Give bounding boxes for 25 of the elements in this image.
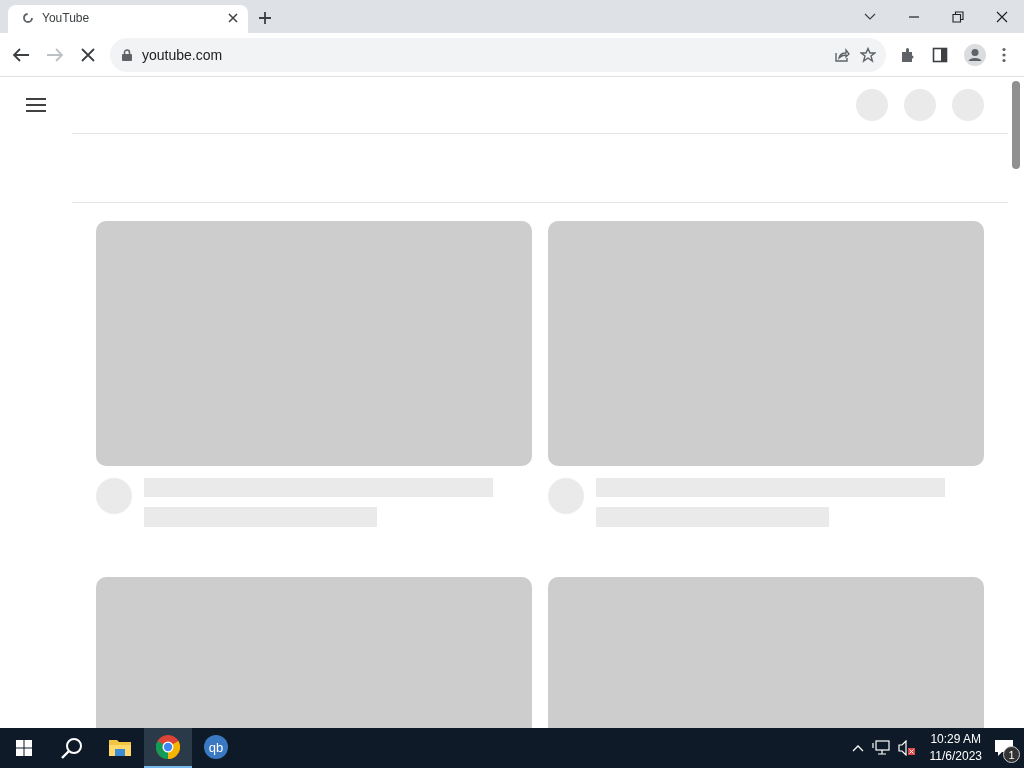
taskbar-app[interactable] — [144, 728, 192, 768]
chevron-up-icon[interactable] — [851, 744, 864, 752]
more-icon[interactable] — [1002, 46, 1006, 63]
close-icon[interactable] — [228, 13, 238, 23]
profile-icon[interactable] — [964, 43, 986, 66]
search-icon[interactable] — [61, 737, 83, 759]
side-panel-icon[interactable] — [932, 46, 948, 63]
taskbar-app[interactable]: qb — [192, 728, 240, 768]
share-icon[interactable] — [834, 46, 850, 63]
stop-icon[interactable] — [80, 46, 96, 63]
windows-icon[interactable] — [16, 740, 32, 756]
clock[interactable]: 10:29 AM 11/6/2023 — [929, 731, 982, 765]
star-icon[interactable] — [860, 46, 876, 63]
chrome-icon — [156, 735, 180, 759]
new-tab-icon[interactable] — [258, 11, 272, 25]
puzzle-icon[interactable] — [900, 46, 916, 63]
lock-icon — [122, 48, 132, 61]
network-icon[interactable] — [871, 740, 890, 756]
scrollbar-thumb[interactable] — [1012, 81, 1020, 169]
browser-tab[interactable]: YouTube — [8, 5, 248, 33]
volume-muted-icon[interactable] — [897, 740, 916, 756]
folder-icon — [109, 738, 131, 756]
back-icon[interactable] — [12, 46, 30, 63]
address-bar[interactable]: youtube.com — [110, 37, 886, 72]
menu-icon[interactable] — [26, 98, 46, 112]
